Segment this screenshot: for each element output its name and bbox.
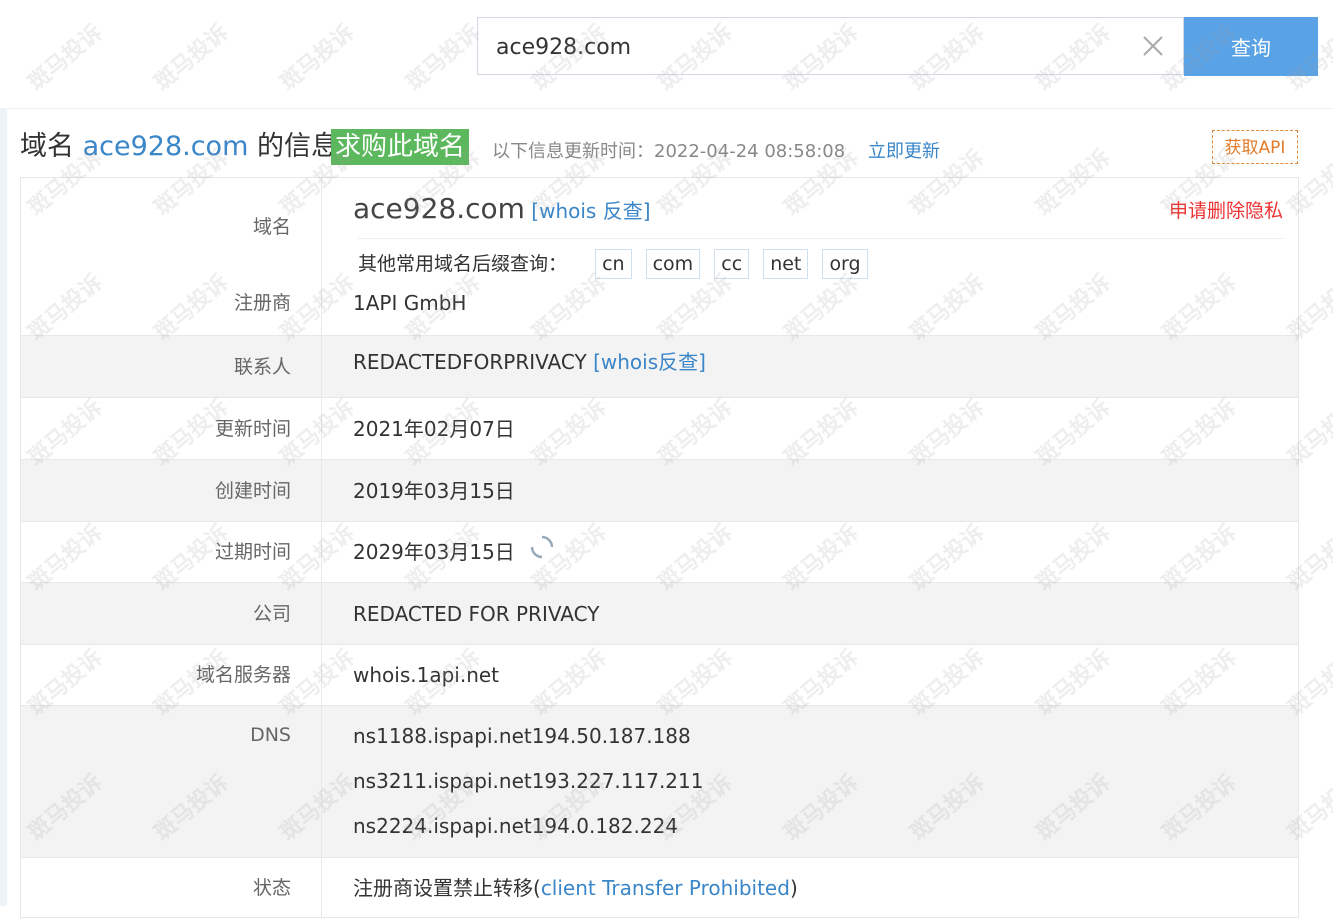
row-value: ace928.com [whois 反查] 申请删除隐私 其他常用域名后缀查询：… [322, 178, 1298, 288]
title-prefix: 域名 [20, 131, 83, 162]
row-value: REDACTED FOR PRIVACY [353, 602, 600, 626]
row-label: 注册商 [21, 288, 322, 335]
row-label: 过期时间 [21, 522, 322, 582]
row-label: 状态 [21, 858, 322, 917]
contact-value: REDACTEDFORPRIVACY [353, 350, 587, 374]
suffix-net[interactable]: net [763, 249, 809, 279]
suffix-cn[interactable]: cn [595, 249, 632, 279]
table-row-contact: 联系人 REDACTEDFORPRIVACY [whois反查] [21, 335, 1298, 397]
table-row-created: 创建时间 2019年03月15日 [21, 459, 1298, 521]
dns-entry: ns2224.ispapi.net194.0.182.224 [353, 814, 679, 838]
table-row-whois-server: 域名服务器 whois.1api.net [21, 644, 1298, 705]
buy-domain-badge[interactable]: 求购此域名 [331, 129, 470, 165]
delete-privacy-link[interactable]: 申请删除隐私 [1169, 196, 1283, 223]
suffix-query: 其他常用域名后缀查询： cn com cc net org [358, 238, 1284, 279]
row-label: 公司 [21, 583, 322, 644]
domain-info-header: 域名 ace928.com 的信息 求购此域名 以下信息更新时间：2022-04… [20, 128, 1310, 168]
row-label: DNS [21, 706, 322, 857]
status-prefix: 注册商设置禁止转移( [353, 876, 541, 900]
table-row-expires: 过期时间 2029年03月15日 [21, 521, 1298, 582]
dns-entry: ns1188.ispapi.net194.50.187.188 [353, 724, 691, 748]
table-row-dns: DNS ns1188.ispapi.net194.50.187.188 ns32… [21, 705, 1298, 857]
update-time-text: 以下信息更新时间：2022-04-24 08:58:08 [492, 141, 846, 162]
row-value: whois.1api.net [353, 663, 500, 687]
left-edge-strip [0, 0, 7, 906]
top-search-bar: 查询 [0, 0, 1333, 109]
dns-entry: ns3211.ispapi.net193.227.117.211 [353, 769, 704, 793]
row-label: 联系人 [21, 336, 322, 397]
row-value: 2021年02月07日 [353, 417, 515, 441]
suffix-prompt: 其他常用域名后缀查询： [358, 253, 568, 275]
domain-name: ace928.com [353, 192, 525, 225]
contact-reverse-link[interactable]: [whois反查] [593, 350, 706, 374]
row-value: REDACTEDFORPRIVACY [whois反查] [322, 336, 1298, 397]
update-now-link[interactable]: 立即更新 [868, 137, 940, 163]
row-value: 注册商设置禁止转移(client Transfer Prohibited) [322, 858, 1298, 917]
domain-search-input[interactable] [494, 26, 1138, 68]
clear-icon[interactable] [1139, 32, 1167, 60]
status-suffix: ) [789, 876, 798, 900]
search-button[interactable]: 查询 [1184, 17, 1318, 76]
table-row-company: 公司 REDACTED FOR PRIVACY [21, 582, 1298, 644]
table-row-updated: 更新时间 2021年02月07日 [21, 397, 1298, 459]
search-box [477, 17, 1184, 75]
table-row-status: 状态 注册商设置禁止转移(client Transfer Prohibited) [21, 857, 1298, 917]
suffix-com[interactable]: com [645, 249, 701, 279]
row-label: 创建时间 [21, 460, 322, 521]
whois-info-table: 域名 ace928.com [whois 反查] 申请删除隐私 其他常用域名后缀… [20, 177, 1299, 918]
row-value: 2019年03月15日 [353, 479, 515, 503]
table-row-registrar: 注册商 1API GmbH [21, 288, 1298, 335]
row-label: 域名服务器 [21, 645, 322, 705]
suffix-org[interactable]: org [822, 249, 868, 279]
page-title: 域名 ace928.com 的信息 [20, 128, 338, 166]
row-value: 1API GmbH [353, 291, 467, 315]
get-api-button[interactable]: 获取API [1212, 130, 1298, 164]
row-label: 更新时间 [21, 398, 322, 459]
status-link[interactable]: client Transfer Prohibited [541, 876, 790, 900]
refresh-icon[interactable] [529, 523, 555, 584]
whois-reverse-link[interactable]: [whois 反查] [531, 199, 650, 223]
suffix-cc[interactable]: cc [714, 249, 750, 279]
title-suffix: 的信息 [248, 131, 338, 162]
table-row-domain: 域名 ace928.com [whois 反查] 申请删除隐私 其他常用域名后缀… [21, 178, 1298, 288]
row-label: 域名 [21, 178, 322, 288]
row-value: 2029年03月15日 [322, 522, 1298, 582]
row-value: ns1188.ispapi.net194.50.187.188 ns3211.i… [322, 706, 1298, 857]
title-domain[interactable]: ace928.com [83, 131, 249, 162]
expires-value: 2029年03月15日 [353, 540, 515, 564]
